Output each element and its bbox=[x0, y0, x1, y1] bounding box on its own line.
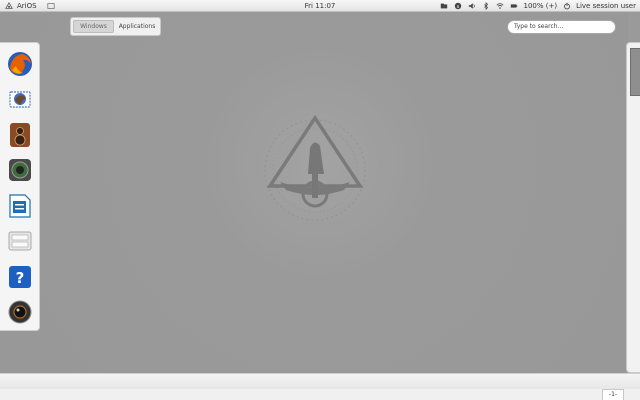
message-tray bbox=[0, 373, 640, 389]
battery-icon[interactable] bbox=[509, 2, 518, 11]
battery-level[interactable]: 100% (+) bbox=[523, 0, 557, 12]
top-bar: AriOS Fri 11:07 100% (+) Live session us bbox=[0, 0, 640, 12]
search-placeholder: Type to search... bbox=[514, 23, 564, 30]
dash-item-shotwell[interactable] bbox=[5, 155, 35, 185]
bottom-edge bbox=[0, 389, 640, 400]
applications-tab[interactable]: Applications bbox=[116, 20, 158, 33]
dash-item-firefox[interactable] bbox=[5, 49, 35, 79]
dash-item-cheese[interactable] bbox=[5, 297, 35, 327]
thunderbird-icon bbox=[9, 91, 31, 108]
wifi-icon[interactable] bbox=[495, 2, 504, 11]
info-icon[interactable] bbox=[453, 2, 462, 11]
file-manager-icon bbox=[8, 231, 32, 251]
dash-item-rhythmbox[interactable] bbox=[5, 120, 35, 150]
search-input[interactable]: Type to search... bbox=[507, 20, 616, 34]
clock[interactable]: Fri 11:07 bbox=[305, 0, 336, 12]
folder-icon[interactable] bbox=[439, 2, 448, 11]
workspace[interactable] bbox=[0, 13, 628, 373]
dash-item-writer[interactable] bbox=[5, 191, 35, 221]
arios-wallpaper-logo-icon bbox=[264, 114, 366, 221]
user-menu[interactable]: Live session user bbox=[576, 0, 636, 12]
help-icon: ? bbox=[9, 266, 31, 288]
windows-tab[interactable]: Windows bbox=[73, 20, 115, 33]
cheese-camera-icon bbox=[8, 300, 32, 324]
workspace-switcher bbox=[626, 42, 640, 373]
workspace-thumbnail[interactable] bbox=[630, 48, 640, 96]
volume-icon[interactable] bbox=[467, 2, 476, 11]
power-icon[interactable] bbox=[562, 2, 571, 11]
svg-text:?: ? bbox=[16, 269, 25, 287]
shotwell-icon bbox=[9, 159, 31, 181]
dash-item-help[interactable]: ? bbox=[5, 262, 35, 292]
firefox-icon bbox=[8, 52, 32, 76]
bluetooth-icon[interactable] bbox=[481, 2, 490, 11]
rhythmbox-icon bbox=[10, 123, 30, 147]
libreoffice-writer-icon bbox=[9, 194, 31, 218]
overview-view-toggle: Windows Applications bbox=[70, 17, 161, 36]
dash-item-thunderbird[interactable] bbox=[5, 85, 35, 115]
page-indicator[interactable]: -1- bbox=[602, 389, 624, 400]
status-area: 100% (+) Live session user bbox=[439, 0, 636, 12]
dash: ? bbox=[0, 42, 40, 331]
dash-item-files[interactable] bbox=[5, 226, 35, 256]
